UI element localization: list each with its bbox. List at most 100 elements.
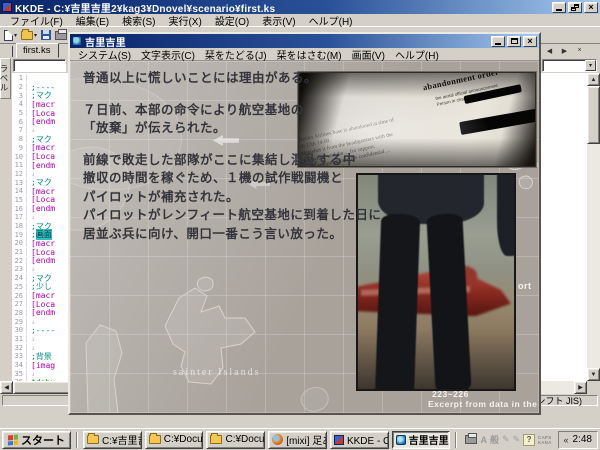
ime-pen-icon[interactable]: ✎ [513, 434, 521, 445]
pane-close-button[interactable]: × [573, 45, 586, 56]
line-number: 1 [12, 74, 27, 83]
pane-scroll-right-button[interactable]: ▶ [558, 45, 571, 56]
firefox-icon [272, 434, 284, 445]
taskbar-button[interactable]: [mixi] 足あと... [268, 430, 327, 449]
kkde-menu-item[interactable]: 実行(X) [162, 13, 207, 28]
scroll-left-icon[interactable]: ◀ [0, 381, 13, 394]
tray-chevron-icon[interactable]: « [564, 435, 569, 445]
line-number: 35 [12, 369, 27, 378]
clock[interactable]: 2:48 [573, 434, 592, 445]
kirikiri-menu-item[interactable]: 画面(V) [347, 47, 390, 62]
taskbar-button[interactable]: KKDE - C:¥吉... [329, 430, 389, 449]
map-label-sainter: sainter Islands [173, 367, 261, 378]
tab-first-ks[interactable]: first.ks [16, 43, 60, 58]
scroll-down-icon[interactable]: ▼ [587, 368, 600, 381]
kkde-menu-item[interactable]: 表示(V) [256, 13, 301, 28]
editor-vertical-scrollbar[interactable]: ▲ ▼ [587, 73, 600, 381]
taskbar-button-label: 吉里吉里 [408, 436, 449, 447]
line-number: 7 [12, 126, 27, 135]
desktop: KKDE - C:¥吉里吉里2¥kag3¥Dnovel¥scenario¥fir… [0, 0, 600, 450]
line-number: 20 [12, 239, 27, 248]
taskbar-button[interactable]: 吉里吉里 [391, 430, 451, 449]
maximize-icon [510, 38, 518, 44]
line-number: 17 [12, 213, 27, 222]
vertical-scroll-thumb[interactable] [587, 86, 600, 144]
code-token: [macr [31, 143, 56, 153]
ime-lock-indicators: CAPS KANA [538, 435, 551, 445]
save-button[interactable] [40, 28, 52, 43]
kirikiri-menu-item[interactable]: ヘルプ(H) [390, 47, 444, 62]
line-number: 14 [12, 187, 27, 196]
code-text: [imag [27, 361, 55, 370]
kirikiri-close-button[interactable]: × [523, 35, 537, 47]
code-token: [endm [31, 117, 56, 127]
line-number: 31 [12, 334, 27, 343]
kkde-menu-item[interactable]: ヘルプ(H) [303, 13, 359, 28]
kirikiri-minimize-button[interactable] [491, 35, 505, 47]
kkde-menu-item[interactable]: 設定(O) [209, 13, 255, 28]
code-token: [Loca [31, 247, 56, 257]
kkde-app-icon [2, 2, 12, 12]
ime-language-bar[interactable]: A 般 ✎ ✎ ? CAPS KANA [462, 431, 554, 449]
code-text: [endm [27, 256, 55, 265]
kirikiri-window: 吉里吉里 × システム(S) 文字表示(C) 栞をたどる(J) 栞をはさむ(M) 画面(… [68, 32, 541, 415]
line-number: 18 [12, 222, 27, 231]
line-number: 3 [12, 91, 27, 100]
taskbar-button[interactable]: C:¥Document... [206, 430, 266, 449]
ime-conversion-mode[interactable]: 般 [490, 433, 499, 446]
taskbar-button-label: [mixi] 足あと... [286, 436, 326, 447]
newline-mark-icon: ↓ [31, 317, 36, 326]
game-screen[interactable]: Randrion Island sainter Islands ort 223~… [70, 61, 539, 413]
line-number: 26 [12, 291, 27, 300]
story-line: 「放棄」が伝えられた。 [83, 121, 227, 135]
line-number: 16 [12, 204, 27, 213]
labels-tab[interactable]: ラベル [0, 58, 11, 99]
code-text: [endm [27, 161, 55, 170]
kkde-minimize-button[interactable] [552, 1, 566, 13]
kkde-close-button[interactable]: × [584, 1, 598, 13]
start-button[interactable]: スタート [2, 430, 71, 449]
kkde-restore-button[interactable] [568, 1, 582, 13]
ime-help-button[interactable]: ? [523, 433, 536, 446]
story-line: 前線で敗走した部隊がここに集結し混乱する中 [83, 152, 357, 167]
print-button[interactable] [54, 28, 68, 43]
kkde-menu-item[interactable]: 編集(E) [70, 13, 115, 28]
kirikiri-menu-item[interactable]: 文字表示(C) [136, 47, 200, 62]
taskbar-button-label: KKDE - C:¥吉... [346, 436, 388, 447]
open-folder-icon [21, 28, 34, 40]
taskbar-button[interactable]: C:¥Document... [144, 430, 204, 449]
windows-logo-icon [8, 433, 18, 446]
close-icon: × [588, 1, 594, 12]
ime-pen-icon[interactable]: ✎ [502, 434, 510, 445]
function-combobox[interactable]: ▾ [542, 59, 597, 72]
line-number: 23 [12, 265, 27, 274]
label-jump-combobox[interactable] [13, 59, 66, 72]
code-token: [endm [31, 160, 56, 170]
open-file-button[interactable]: ▾ [20, 28, 38, 43]
taskbar-button[interactable]: C:¥吉里吉里2... [83, 430, 142, 449]
ime-tool-icon[interactable] [465, 433, 478, 444]
kkde-menubar: ファイル(F) 編集(E) 検索(S) 実行(X) 設定(O) 表示(V) ヘルプ(H) [0, 13, 600, 28]
newline-mark-icon: ↓ [31, 369, 36, 378]
story-line: ７日前、本部の命令により航空基地の [83, 102, 304, 117]
kkde-menu-item[interactable]: ファイル(F) [4, 13, 69, 28]
code-text: [macr [27, 291, 55, 300]
kirikiri-menu-item[interactable]: システム(S) [73, 47, 136, 62]
ime-input-mode[interactable]: A [480, 435, 487, 445]
kkde-side-strip: ラベル [0, 44, 12, 381]
code-text: [macr [27, 239, 55, 248]
kirikiri-maximize-button[interactable] [507, 35, 521, 47]
scroll-right-icon[interactable]: ▶ [574, 381, 587, 394]
pane-scroll-left-button[interactable]: ◀ [543, 45, 556, 56]
folder-icon [87, 433, 99, 444]
kirikiri-menu-item[interactable]: 栞をたどる(J) [200, 47, 272, 62]
kkde-menu-item[interactable]: 検索(S) [116, 13, 161, 28]
printer-icon [55, 28, 68, 40]
chevron-down-icon: ▾ [585, 60, 596, 71]
system-tray: « 2:48 [557, 430, 598, 449]
code-token: [Loca [31, 299, 56, 309]
new-file-button[interactable]: ▾ [3, 28, 18, 43]
scroll-up-icon[interactable]: ▲ [587, 73, 600, 86]
kirikiri-menu-item[interactable]: 栞をはさむ(M) [272, 47, 347, 62]
story-line: パイロットがレンフィート航空基地に到着した日に [83, 208, 382, 222]
